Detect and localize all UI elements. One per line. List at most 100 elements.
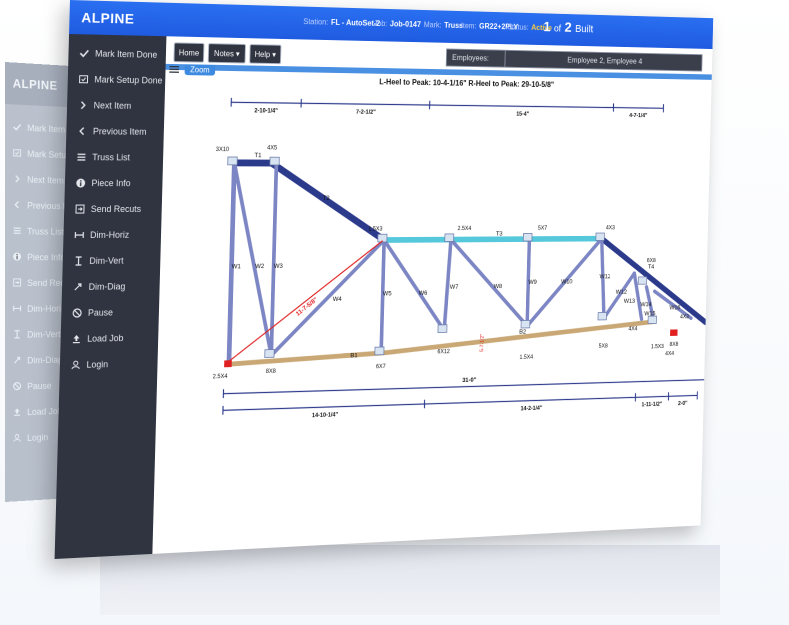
sidebar-item-next-item[interactable]: Next Item: [67, 92, 165, 119]
member-label-3: T4: [648, 264, 655, 271]
employees-label: Employees:: [446, 49, 506, 67]
chevron-left-icon: [13, 200, 22, 211]
sidebar-item-login[interactable]: Login: [60, 350, 158, 378]
setup-icon: [13, 148, 22, 159]
main-screen: ALPINE Station: FL - AutoSet-2 Job: Job-01…: [54, 0, 714, 560]
member-label-21: W16: [669, 305, 680, 312]
dim-horiz-icon: [73, 230, 84, 241]
member-label-4: B1: [350, 352, 358, 359]
built-total: 2: [564, 19, 572, 36]
chevron-right-icon: [77, 100, 88, 111]
member-label-11: W6: [419, 290, 428, 297]
sidebar-item-piece-info[interactable]: Piece Info: [65, 170, 163, 196]
dim-diag-icon: [72, 281, 83, 292]
plate-label-13: 4X4: [628, 327, 638, 333]
top-dim-label-3: 4-7-1/4": [629, 113, 647, 119]
plate-label-0: 3X10: [216, 147, 230, 153]
plate-1: [270, 157, 280, 165]
employees-field[interactable]: Employees: Employee 2, Employee 4: [445, 48, 703, 72]
plate-label-2: 1.5X3: [368, 227, 383, 233]
top-dim-label-2: 15-4": [516, 112, 529, 118]
plate-4: [523, 233, 532, 241]
member-label-1: T2: [323, 195, 330, 202]
sidebar-item-load-job[interactable]: Load Job: [60, 324, 158, 352]
sidebar-item-dim-diag[interactable]: Dim-Diag: [62, 273, 160, 300]
sidebar-item-label: Truss List: [27, 226, 64, 237]
plate-label-8: 8X8: [266, 369, 277, 375]
member-label-0: T1: [254, 152, 262, 159]
built-counter: 1 of 2 Built: [543, 19, 593, 36]
plate-label-11: 1.5X4: [519, 355, 533, 361]
member-label-7: W2: [255, 263, 265, 270]
help-button[interactable]: Help ▾: [249, 44, 282, 65]
sidebar-item-label: Load Job: [27, 405, 63, 418]
web-6: [449, 239, 530, 327]
sidebar-item-label: Pause: [87, 307, 114, 318]
truss-drawing: 2-10-1/4" 7-2-1/2" 15-4" 4-7-1/4"11-7-5/8"5…: [213, 82, 712, 419]
bottom-dim-label-1: 14-10-1/4": [312, 412, 338, 419]
member-label-8: W3: [274, 263, 284, 270]
sidebar-item-label: Dim-Horiz: [27, 303, 66, 314]
station-info: Station: FL - AutoSet-2: [303, 17, 380, 28]
bottom-dim-label-3: 1-11-1/2": [641, 402, 662, 408]
member-label-12: W7: [450, 284, 459, 291]
member-label-5: B2: [519, 329, 526, 336]
upload-icon: [70, 333, 81, 344]
sidebar-item-truss-list[interactable]: Truss List: [65, 144, 163, 170]
plate-0: [228, 157, 238, 165]
bottom-segment-dim-line: [223, 395, 697, 410]
plate-label-4: 5X7: [538, 226, 548, 232]
user-icon: [13, 433, 22, 444]
plate-label-7: 2.5X4: [213, 374, 229, 380]
check-icon: [13, 122, 22, 133]
sidebar-item-previous-item[interactable]: Previous Item: [66, 118, 164, 145]
sidebar-item-label: Dim-Horiz: [89, 229, 130, 240]
sidebar-item-label: Send Recuts: [90, 204, 142, 215]
plate-8: [375, 347, 384, 355]
plate-5: [596, 233, 605, 240]
plate-label-9: 6X7: [376, 364, 386, 370]
member-label-9: W4: [333, 296, 342, 303]
list-icon: [75, 152, 86, 163]
plate-9: [438, 325, 447, 333]
member-label-15: W10: [561, 279, 573, 286]
pause-icon: [13, 381, 22, 392]
status-label: Status:: [507, 22, 529, 32]
sidebar-item-send-recuts[interactable]: Send Recuts: [64, 196, 162, 222]
menu-icon[interactable]: [169, 65, 180, 73]
sidebar-item-label: Dim-Vert: [89, 255, 124, 266]
dim-diag-icon: [13, 355, 22, 366]
sidebar-item-label: Piece Info: [27, 252, 66, 263]
plate-label-14: 1.5X3: [651, 344, 665, 350]
member-label-10: W5: [383, 291, 392, 298]
sidebar-item-dim-vert[interactable]: Dim-Vert: [62, 247, 160, 274]
sidebar-item-label: Load Job: [87, 333, 124, 344]
sidebar-item-label: Mark Item Done: [94, 48, 158, 60]
sidebar-item-label: Truss List: [92, 152, 131, 163]
top-dim-label-1: 7-2-1/2": [356, 110, 376, 116]
home-button[interactable]: Home: [173, 42, 205, 63]
plate-label-10: 6X12: [437, 349, 450, 355]
dim-vert-icon: [73, 255, 84, 267]
sidebar-item-pause[interactable]: Pause: [61, 299, 159, 327]
sidebar-item-mark-setup-done[interactable]: Mark Setup Done: [67, 66, 165, 93]
background-base: [100, 545, 720, 615]
dim-vert-icon: [13, 329, 22, 340]
info-icon: [13, 252, 22, 263]
member-label-13: W8: [494, 283, 503, 290]
setup-icon: [78, 74, 89, 85]
sidebar-item-mark-item-done[interactable]: Mark Item Done: [68, 40, 166, 68]
plate-6: [638, 277, 646, 284]
plate-11: [598, 312, 607, 320]
built-count: 1: [543, 18, 551, 36]
sidebar-item-label: Dim-Vert: [27, 329, 61, 340]
plate-label-5: 4X3: [606, 226, 616, 232]
member-label-2: T3: [496, 231, 503, 238]
mark-label: Mark:: [423, 20, 442, 30]
employees-value: Employee 2, Employee 4: [567, 55, 643, 66]
zoom-tab[interactable]: Zoom: [184, 64, 216, 76]
top-dim-line: [231, 102, 663, 108]
plate-10: [521, 320, 530, 328]
notes-button[interactable]: Notes ▾: [207, 43, 246, 64]
sidebar-item-dim-horiz[interactable]: Dim-Horiz: [63, 222, 161, 248]
